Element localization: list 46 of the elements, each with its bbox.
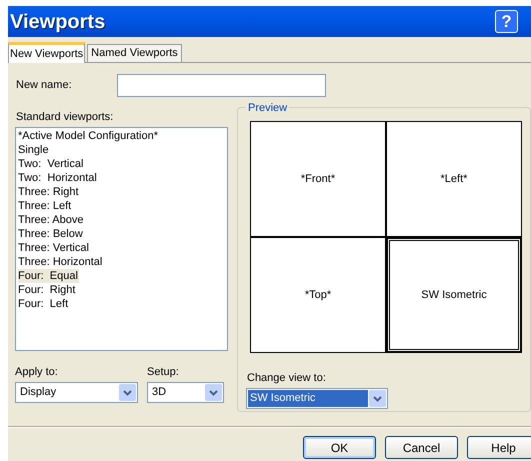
list-item[interactable]: Three: Vertical <box>18 241 90 255</box>
dropdown-button[interactable] <box>119 384 136 401</box>
list-item[interactable]: Four: Right <box>18 283 76 297</box>
list-item[interactable]: Three: Below <box>18 227 84 241</box>
dropdown-value: Display <box>20 385 56 400</box>
viewport-label: *Front* <box>300 172 336 187</box>
viewport-pane[interactable]: SW Isometric <box>387 238 521 352</box>
window-title: Viewports <box>10 10 106 34</box>
dialog-button[interactable]: Help <box>467 436 531 459</box>
list-label: Standard viewports: <box>16 110 114 123</box>
viewport-pane[interactable]: *Top* <box>251 238 385 352</box>
setup-dropdown[interactable]: 3D <box>147 382 224 403</box>
dialog-button[interactable]: Cancel <box>385 436 458 459</box>
field-label: Change view to: <box>247 371 327 384</box>
chevron-down-icon <box>373 396 382 402</box>
list-item[interactable]: Four: Equal <box>18 269 79 283</box>
list-item[interactable]: Four: Left <box>18 297 70 311</box>
list-item[interactable]: Two: Horizontal <box>18 171 98 185</box>
dropdown-button[interactable] <box>369 390 386 407</box>
list-item[interactable]: Two: Vertical <box>18 157 84 171</box>
apply-dropdown[interactable]: Display <box>15 382 138 403</box>
list-item[interactable]: *Active Model Configuration* <box>18 129 160 143</box>
list-item[interactable]: Three: Horizontal <box>18 255 104 269</box>
dropdown-value: SW Isometric <box>248 390 368 407</box>
tab[interactable]: Named Viewports <box>87 44 182 62</box>
viewport-pane[interactable]: *Left* <box>387 122 521 236</box>
list-item[interactable]: Single <box>18 143 50 157</box>
dropdown-button[interactable] <box>205 384 222 401</box>
viewport-label: *Top* <box>304 288 332 303</box>
list-item[interactable]: Three: Right <box>18 185 80 199</box>
list-item[interactable]: Three: Above <box>18 213 84 227</box>
help-button[interactable]: ? <box>495 10 518 33</box>
list-item[interactable]: Three: Left <box>18 199 72 213</box>
dropdown-value: 3D <box>152 385 166 400</box>
tab[interactable]: New Viewports <box>8 42 86 63</box>
viewport-label: *Left* <box>440 172 468 187</box>
view-dropdown[interactable]: SW Isometric <box>246 388 388 409</box>
chevron-down-icon <box>123 390 132 396</box>
viewport-label: SW Isometric <box>421 288 487 303</box>
field-label: Apply to: <box>15 365 59 378</box>
field-label: Setup: <box>147 365 180 378</box>
viewport-pane[interactable]: *Front* <box>251 122 385 236</box>
dialog-button[interactable]: OK <box>303 436 376 459</box>
chevron-down-icon <box>209 390 218 396</box>
field-label: New name: <box>16 78 73 93</box>
name-field[interactable] <box>117 74 326 96</box>
